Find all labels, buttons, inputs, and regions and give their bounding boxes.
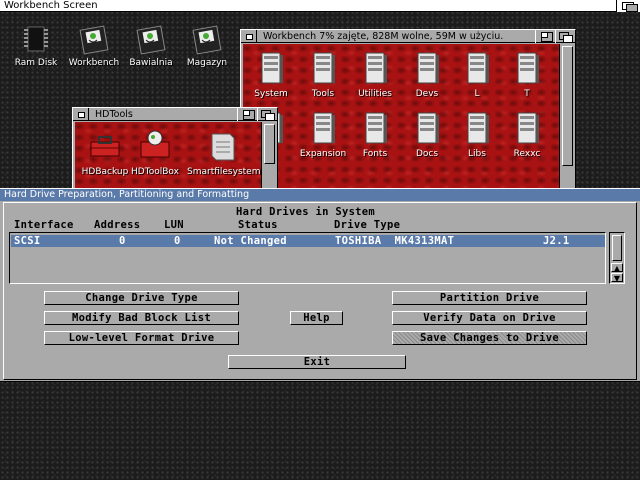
column-header-lun: LUN [164, 219, 184, 231]
workbench-icon-t[interactable]: T [499, 50, 555, 108]
drive-list[interactable]: SCSI 0 0 Not Changed TOSHIBA MK4313MAT J… [9, 232, 606, 284]
workbench-icon-docs[interactable]: Docs [399, 110, 455, 168]
hdbackup-icon [90, 136, 120, 157]
workbench-icon-l[interactable]: L [449, 50, 505, 108]
column-header-drive-type: Drive Type [334, 219, 401, 231]
drive-revision: J2.1 [543, 235, 570, 247]
workbench-window-scrollbar[interactable] [559, 44, 575, 189]
partition-drive-button[interactable]: Partition Drive [392, 291, 587, 305]
hdtools-window-title: HDTools [95, 109, 133, 120]
screen-title-bar[interactable]: Workbench Screen [0, 0, 640, 12]
workbench-window-title: Workbench 7% zajęte, 828M wolne, 59M w u… [263, 31, 504, 42]
depth-icon[interactable] [555, 30, 575, 43]
hdtools-window-contents: HDBackup HDToolBox Smartfilesystem [75, 122, 261, 189]
drive-type: TOSHIBA MK4313MAT [335, 235, 455, 247]
hdtools-icon-smartfilesystem[interactable]: Smartfilesystem [187, 128, 260, 186]
workbench-disk-icon [79, 25, 109, 55]
workbench-window-contents: SystemToolsUtilitiesDevsLTeExpansionFont… [243, 44, 559, 189]
workbench-icon-fonts[interactable]: Fonts [347, 110, 403, 168]
workbench-icon-rexxc[interactable]: Rexxc [499, 110, 555, 168]
system-drawer-icon [261, 52, 283, 84]
devs-drawer-icon [417, 52, 439, 84]
workbench-icon-devs[interactable]: Devs [399, 50, 455, 108]
desktop-icon-bawialnia[interactable]: Bawialnia [121, 22, 181, 78]
hdtoolbox-icon [140, 130, 170, 158]
tools-drawer-icon [313, 52, 335, 84]
hdtools-window-scrollbar[interactable] [261, 122, 277, 189]
scrollbar-knob[interactable] [612, 235, 622, 261]
scrollbar-knob[interactable] [562, 46, 573, 166]
desktop-icon-magazyn[interactable]: Magazyn [177, 22, 237, 78]
scroll-down-arrow-icon[interactable]: ▼ [611, 273, 623, 283]
drive-row[interactable]: SCSI 0 0 Not Changed TOSHIBA MK4313MAT J… [11, 235, 605, 247]
column-header-interface: Interface [14, 219, 74, 231]
desktop-icon-ram-disk[interactable]: Ram Disk [6, 22, 66, 78]
workbench-icon-tools[interactable]: Tools [295, 50, 351, 108]
t-drawer-icon [517, 52, 539, 84]
drive-lun: 0 [174, 235, 181, 247]
scroll-up-arrow-icon[interactable]: ▲ [611, 263, 623, 273]
workbench-icon-system[interactable]: System [243, 50, 299, 108]
help-button[interactable]: Help [290, 311, 343, 325]
workbench-window-title-bar[interactable]: Workbench 7% zajęte, 828M wolne, 59M w u… [241, 30, 575, 43]
modify-bad-block-list-button[interactable]: Modify Bad Block List [44, 311, 239, 325]
drive-status: Not Changed [214, 235, 287, 247]
drive-address: 0 [119, 235, 126, 247]
column-header-address: Address [94, 219, 141, 231]
hdtools-icon-hdbackup[interactable]: HDBackup [77, 128, 133, 186]
screen-title: Workbench Screen [4, 0, 98, 11]
hdtools-icon-hdtoolbox[interactable]: HDToolBox [127, 128, 183, 186]
zoom-icon[interactable] [535, 30, 555, 43]
hdtools-window-title-bar[interactable]: HDTools [73, 108, 277, 121]
workbench-icon-expansion[interactable]: Expansion [295, 110, 351, 168]
change-drive-type-button[interactable]: Change Drive Type [44, 291, 239, 305]
fonts-drawer-icon [365, 112, 387, 144]
smartfilesystem-icon [211, 133, 235, 161]
save-changes-button[interactable]: Save Changes to Drive [392, 331, 587, 345]
bawialnia-disk-icon [136, 25, 166, 55]
zoom-icon[interactable] [237, 108, 257, 121]
hdtools-window[interactable]: HDTools HDBackup HDToolBox Smartfilesyst… [72, 107, 278, 189]
exit-button[interactable]: Exit [228, 355, 406, 369]
hard-drives-section-title: Hard Drives in System [236, 206, 376, 218]
scrollbar-knob[interactable] [264, 124, 275, 164]
drive-interface: SCSI [14, 235, 41, 247]
verify-data-button[interactable]: Verify Data on Drive [392, 311, 587, 325]
drive-list-scrollbar[interactable]: ▲ ▼ [609, 232, 625, 284]
rexxc-drawer-icon [517, 112, 539, 144]
screen-depth-gadget[interactable] [616, 0, 640, 12]
expansion-drawer-icon [313, 112, 335, 144]
desktop-icon-workbench[interactable]: Workbench [64, 22, 124, 78]
close-icon[interactable] [73, 108, 89, 121]
hdtoolbox-window-title: Hard Drive Preparation, Partitioning and… [0, 189, 640, 201]
magazyn-disk-icon [192, 25, 222, 55]
workbench-icon-utilities[interactable]: Utilities [347, 50, 403, 108]
l-drawer-icon [467, 52, 489, 84]
column-header-status: Status [238, 219, 278, 231]
docs-drawer-icon [417, 112, 439, 144]
close-icon[interactable] [241, 30, 257, 43]
ram-disk-icon [24, 26, 48, 52]
depth-icon[interactable] [257, 108, 277, 121]
workbench-window[interactable]: Workbench 7% zajęte, 828M wolne, 59M w u… [240, 29, 576, 189]
utilities-drawer-icon [365, 52, 387, 84]
workbench-icon-libs[interactable]: Libs [449, 110, 505, 168]
low-level-format-button[interactable]: Low-level Format Drive [44, 331, 239, 345]
libs-drawer-icon [467, 112, 489, 144]
